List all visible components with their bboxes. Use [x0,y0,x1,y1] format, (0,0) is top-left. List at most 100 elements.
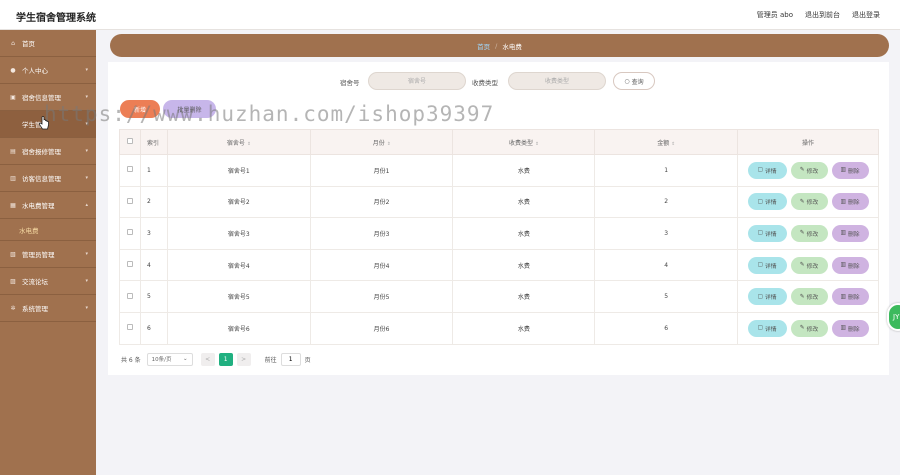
go-frontend-link[interactable]: 退出到前台 [805,10,840,20]
col-fee-type[interactable]: 收费类型 ⇕ [452,129,596,155]
row-checkbox[interactable] [126,261,133,268]
chevron-down-icon: ▾ [85,251,88,257]
row-select-cell[interactable] [119,311,141,345]
page-unit-label: 页 [304,356,311,364]
row-select-cell[interactable] [119,217,141,250]
fee-type-input[interactable] [508,72,606,90]
edit-button[interactable]: ✎ 修改 [790,161,828,179]
delete-button[interactable]: ▥ 删除 [831,256,869,274]
sort-icon[interactable]: ⇕ [535,142,539,147]
cell-amount: 1 [594,154,738,187]
next-page-button[interactable]: > [236,352,251,366]
cell-month: 月份6 [309,311,454,345]
detail-button[interactable]: ▢ 详情 [747,161,787,179]
edit-button[interactable]: ✎ 修改 [790,256,828,274]
cell-fee-type: 水费 [452,185,596,219]
edit-label: 修改 [806,168,819,175]
dorm-number-input[interactable] [368,72,466,90]
cell-fee-type: 水费 [452,217,596,250]
edit-button[interactable]: ✎ 修改 [790,224,828,242]
sidebar-subitem-utility-fee[interactable]: 水电费 [0,219,96,241]
col-month[interactable]: 月份 ⇕ [309,129,454,155]
edit-button[interactable]: ✎ 修改 [790,288,828,306]
trash-icon: ▥ [840,198,846,205]
add-button[interactable]: 新增 [120,100,160,118]
col-actions-label: 操作 [801,139,814,147]
cell-amount: 5 [594,280,738,313]
table-header-row: 索引 宿舍号 ⇕ 月份 ⇕ 收费类型 ⇕ 金额 ⇕ 操作 [119,129,879,155]
row-select-cell[interactable] [119,248,141,282]
sort-icon[interactable]: ⇕ [671,142,675,147]
row-actions: ▢ 详情 ✎ 修改 ▥ 删除 [738,161,878,179]
pencil-icon: ✎ [799,230,805,237]
cell-actions: ▢ 详情 ✎ 修改 ▥ 删除 [737,217,879,250]
goto-page-input[interactable] [280,352,301,366]
edit-button[interactable]: ✎ 修改 [790,193,828,211]
cell-fee-type: 水费 [452,248,596,282]
query-button[interactable]: ○ 查询 [613,72,655,90]
sort-icon[interactable]: ⇕ [247,142,251,147]
delete-button[interactable]: ▥ 删除 [831,319,869,337]
page-size-value: 10条/页 [151,357,172,363]
admin-icon: ▧ [10,250,16,258]
row-select-cell[interactable] [119,185,141,219]
breadcrumb-home-link[interactable]: 首页 [477,41,490,51]
sidebar-item-visitors[interactable]: ▥ 访客信息管理 ▾ [0,165,96,192]
col-dorm[interactable]: 宿舍号 ⇕ [166,129,311,155]
row-checkbox[interactable] [126,229,133,236]
trash-icon: ▥ [840,167,846,174]
select-all-cell[interactable] [119,129,141,155]
delete-button[interactable]: ▥ 删除 [831,224,869,242]
row-checkbox[interactable] [126,197,133,204]
chevron-down-icon: ▾ [85,278,88,284]
logout-link[interactable]: 退出登录 [852,10,880,20]
breadcrumb-separator: / [495,41,498,50]
sidebar-item-utilities[interactable]: ▦ 水电费管理 ▴ [0,192,96,219]
delete-button[interactable]: ▥ 删除 [831,161,869,179]
delete-button[interactable]: ▥ 删除 [831,288,869,306]
edit-button[interactable]: ✎ 修改 [790,319,828,337]
chevron-down-icon: ▾ [85,121,88,127]
col-amount[interactable]: 金额 ⇕ [594,129,738,155]
sidebar-item-system[interactable]: ✲ 系统管理 ▾ [0,295,96,322]
cell-fee-type: 水费 [452,311,596,345]
row-select-cell[interactable] [119,280,141,313]
sidebar-item-profile[interactable]: ● 个人中心 ▾ [0,57,96,84]
sidebar-item-home[interactable]: ⌂ 首页 [0,30,96,57]
cell-dorm: 宿舍号4 [166,248,311,282]
sidebar-item-forum[interactable]: ▨ 交流论坛 ▾ [0,268,96,295]
sidebar-item-admins[interactable]: ▧ 管理员管理 ▾ [0,241,96,268]
delete-button[interactable]: ▥ 删除 [831,193,869,211]
row-checkbox[interactable] [126,292,133,299]
sort-icon[interactable]: ⇕ [387,142,391,147]
row-checkbox[interactable] [126,166,133,173]
detail-button[interactable]: ▢ 详情 [747,224,787,242]
sidebar-item-dorm-info[interactable]: ▣ 宿舍信息管理 ▾ [0,84,96,111]
detail-button[interactable]: ▢ 详情 [747,319,787,337]
sidebar-item-students[interactable]: 学生管理 ▾ [0,111,96,138]
edit-label: 修改 [806,200,819,207]
delete-label: 删除 [847,168,860,175]
row-select-cell[interactable] [119,154,141,187]
select-all-checkbox[interactable] [126,138,133,144]
sidebar-item-label: 学生管理 [22,121,48,129]
row-checkbox[interactable] [126,324,133,331]
home-icon: ⌂ [11,39,15,47]
cell-month: 月份4 [309,248,454,282]
bolt-icon: ▦ [10,201,16,209]
cell-index: 2 [139,185,168,219]
batch-delete-button[interactable]: 批量删除 [163,100,216,118]
page-number-button[interactable]: 1 [218,352,233,366]
search-bar: 宿舍号 收费类型 ○ 查询 [108,71,889,91]
table-row: 3 宿舍号3 月份3 水费 3 ▢ 详情 ✎ 修改 ▥ 删除 [119,217,879,250]
page-size-select[interactable]: 10条/页 ⌄ [146,352,193,366]
detail-button[interactable]: ▢ 详情 [747,193,787,211]
chevron-down-icon: ▾ [85,148,88,154]
cell-actions: ▢ 详情 ✎ 修改 ▥ 删除 [737,154,879,187]
pagination: 共 6 条 10条/页 ⌄ < 1 > 前往 页 [121,352,311,366]
floating-helper-button[interactable]: JY [887,303,900,331]
detail-button[interactable]: ▢ 详情 [747,256,787,274]
prev-page-button[interactable]: < [200,352,215,366]
detail-button[interactable]: ▢ 详情 [747,288,787,306]
sidebar-item-repair[interactable]: ▤ 宿舍报修管理 ▾ [0,138,96,165]
